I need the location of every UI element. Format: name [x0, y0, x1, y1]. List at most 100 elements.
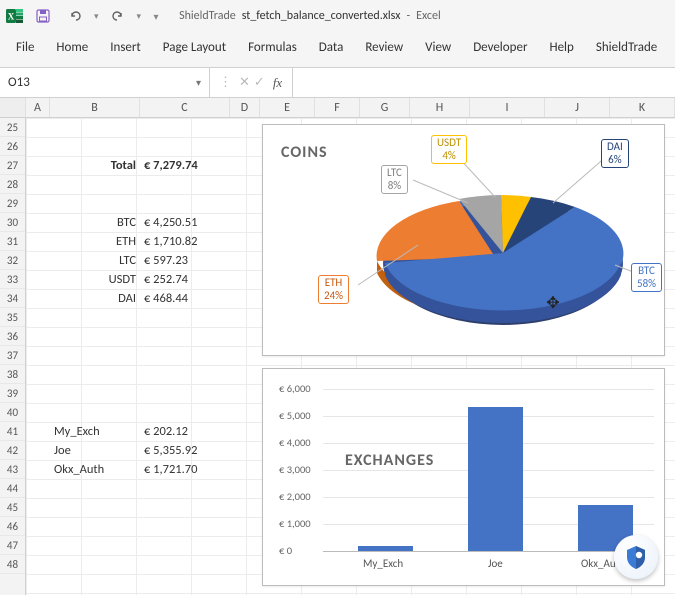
bar-ylabel: € 5,000: [279, 409, 311, 422]
bar-joe: [468, 407, 523, 551]
cell-myexch-label[interactable]: My_Exch: [50, 422, 140, 441]
redo-button[interactable]: [105, 4, 131, 28]
row-headers: 2526272829303132333435363738394041424344…: [0, 118, 26, 595]
col-header[interactable]: C: [140, 98, 230, 117]
tab-data[interactable]: Data: [317, 38, 346, 57]
tab-formulas[interactable]: Formulas: [246, 38, 299, 57]
chart-coins-pie[interactable]: COINS: [262, 124, 665, 356]
cell-eth-label[interactable]: ETH: [50, 232, 140, 251]
col-header[interactable]: J: [545, 98, 610, 117]
app-name: Excel: [416, 9, 441, 23]
col-header[interactable]: F: [315, 98, 360, 117]
row-header[interactable]: 43: [0, 460, 25, 479]
cell-joe-value[interactable]: € 5,355.92: [140, 441, 230, 460]
undo-button[interactable]: [62, 4, 88, 28]
col-header[interactable]: A: [26, 98, 50, 117]
shieldtrade-badge-icon: [614, 535, 658, 579]
undo-dropdown-icon[interactable]: ▾: [94, 11, 99, 22]
row-header[interactable]: 30: [0, 213, 25, 232]
row-header[interactable]: 28: [0, 175, 25, 194]
filename: st_fetch_balance_converted.xlsx: [242, 9, 401, 23]
row-header[interactable]: 35: [0, 308, 25, 327]
chevron-down-icon[interactable]: ▾: [196, 76, 201, 89]
select-all-corner[interactable]: [0, 98, 26, 117]
title-separator: -: [406, 9, 410, 23]
worksheet[interactable]: A B C D E F G H I J K 252627282930313233…: [0, 98, 675, 595]
tab-help[interactable]: Help: [547, 38, 575, 57]
row-header[interactable]: 46: [0, 517, 25, 536]
col-header[interactable]: K: [610, 98, 675, 117]
col-header[interactable]: G: [360, 98, 410, 117]
row-header[interactable]: 36: [0, 327, 25, 346]
fx-controls: ⋮ ✕ ✓ fx: [210, 68, 293, 97]
tab-home[interactable]: Home: [54, 38, 90, 57]
name-box[interactable]: O13 ▾: [0, 68, 210, 98]
row-header[interactable]: 44: [0, 479, 25, 498]
cell-ltc-label[interactable]: LTC: [50, 251, 140, 270]
cell-okx-value[interactable]: € 1,721.70: [140, 460, 230, 479]
cell-btc-value[interactable]: € 4,250.51: [140, 213, 230, 232]
row-header[interactable]: 45: [0, 498, 25, 517]
tab-insert[interactable]: Insert: [108, 38, 143, 57]
pie-label-ltc: LTC8%: [381, 165, 408, 194]
row-header[interactable]: 25: [0, 118, 25, 137]
row-header[interactable]: 26: [0, 137, 25, 156]
tab-review[interactable]: Review: [363, 38, 405, 57]
cell-joe-label[interactable]: Joe: [50, 441, 140, 460]
row-header[interactable]: 48: [0, 555, 25, 574]
addin-name: ShieldTrade: [179, 9, 236, 23]
tab-file[interactable]: File: [14, 38, 36, 57]
fx-insert-function-button[interactable]: fx: [269, 75, 286, 91]
formula-bar-input[interactable]: [293, 68, 675, 97]
cell-dai-value[interactable]: € 468.44: [140, 289, 230, 308]
row-header[interactable]: 47: [0, 536, 25, 555]
cell-eth-value[interactable]: € 1,710.82: [140, 232, 230, 251]
fx-more-icon[interactable]: ⋮: [216, 75, 235, 90]
redo-dropdown-icon[interactable]: ▾: [137, 11, 142, 22]
pie-label-dai: DAI6%: [601, 139, 629, 168]
col-header[interactable]: D: [230, 98, 260, 117]
tab-shieldtrade[interactable]: ShieldTrade: [594, 38, 659, 57]
cell-ltc-value[interactable]: € 597.23: [140, 251, 230, 270]
col-header[interactable]: E: [260, 98, 315, 117]
row-header[interactable]: 34: [0, 289, 25, 308]
row-header[interactable]: 42: [0, 441, 25, 460]
column-headers: A B C D E F G H I J K: [0, 98, 675, 118]
cell-usdt-label[interactable]: USDT: [50, 270, 140, 289]
cell-usdt-value[interactable]: € 252.74: [140, 270, 230, 289]
cell-total-value[interactable]: € 7,279.74: [140, 156, 230, 175]
col-header[interactable]: H: [410, 98, 470, 117]
cell-total-label[interactable]: Total: [50, 156, 140, 175]
row-header[interactable]: 29: [0, 194, 25, 213]
row-header[interactable]: 39: [0, 384, 25, 403]
row-header[interactable]: 37: [0, 346, 25, 365]
col-header[interactable]: B: [50, 98, 140, 117]
bar-myexch: [358, 546, 413, 551]
row-header[interactable]: 38: [0, 365, 25, 384]
name-box-value: O13: [8, 75, 30, 90]
cell-dai-label[interactable]: DAI: [50, 289, 140, 308]
tab-page-layout[interactable]: Page Layout: [161, 38, 228, 57]
col-header[interactable]: I: [470, 98, 545, 117]
chart-title: EXCHANGES: [345, 451, 434, 470]
row-header[interactable]: 32: [0, 251, 25, 270]
row-header[interactable]: 27: [0, 156, 25, 175]
row-header[interactable]: 41: [0, 422, 25, 441]
chart-exchanges-bar[interactable]: € 6,000 € 5,000 € 4,000 € 3,000 € 2,000 …: [262, 368, 665, 586]
fx-enter-button[interactable]: ✓: [254, 75, 265, 90]
bar-ylabel: € 2,000: [279, 490, 311, 503]
cell-myexch-value[interactable]: € 202.12: [140, 422, 230, 441]
row-header[interactable]: 31: [0, 232, 25, 251]
qat-customize-button[interactable]: ▾: [147, 4, 165, 28]
cell-btc-label[interactable]: BTC: [50, 213, 140, 232]
row-header[interactable]: 33: [0, 270, 25, 289]
pie-label-eth: ETH24%: [318, 275, 349, 304]
bar-ylabel: € 6,000: [279, 382, 311, 395]
titlebar: X ▾ ▾ ▾ ShieldTrade st_fetch_balance_con…: [0, 0, 675, 32]
tab-view[interactable]: View: [423, 38, 453, 57]
row-header[interactable]: 40: [0, 403, 25, 422]
cell-okx-label[interactable]: Okx_Auth: [50, 460, 140, 479]
fx-cancel-button[interactable]: ✕: [239, 75, 250, 90]
save-button[interactable]: [30, 4, 56, 28]
tab-developer[interactable]: Developer: [471, 38, 529, 57]
